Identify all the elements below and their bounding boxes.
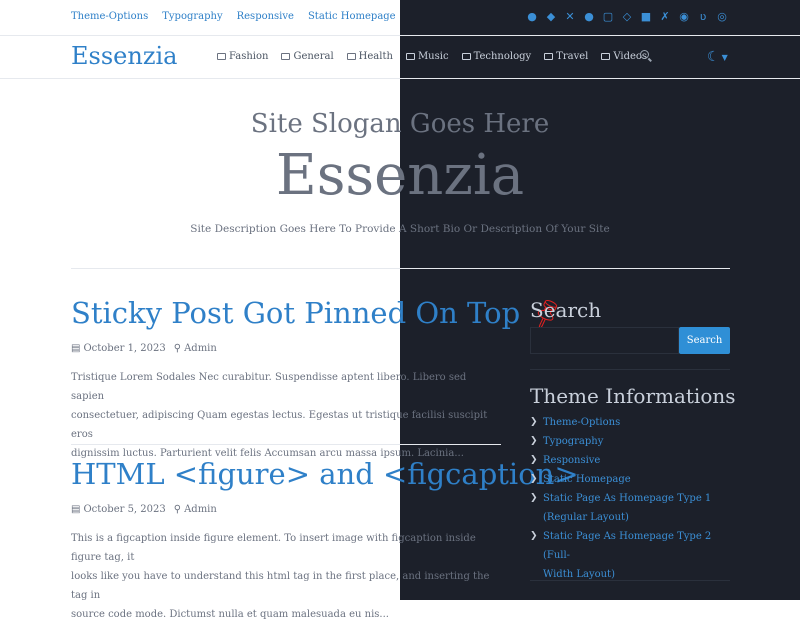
linkedin-icon[interactable]: ■ — [640, 10, 652, 23]
theme-info-heading: Theme Informations — [530, 384, 736, 408]
site-slogan: Site Slogan Goes Here — [250, 109, 550, 139]
list-item[interactable]: ❯ Static Page As Homepage Type 2 (Full- — [530, 527, 730, 565]
chevron-right-icon: ❯ — [530, 531, 538, 541]
list-item[interactable]: ❯ Responsive — [530, 451, 730, 470]
list-item-continued[interactable]: (Regular Layout) — [530, 508, 730, 527]
post-divider — [71, 444, 501, 445]
list-item[interactable]: ❯ Static Homepage — [530, 470, 730, 489]
post-excerpt: Tristique Lorem Sodales Nec curabitur. S… — [71, 372, 488, 459]
site-header: Essenzia Fashion General Health Music Te… — [0, 36, 800, 79]
codepen-icon[interactable]: ◇ — [621, 10, 633, 23]
chevron-right-icon: ❯ — [530, 474, 538, 484]
calendar-icon: ▤ — [71, 504, 81, 515]
post-author[interactable]: Admin — [184, 504, 217, 515]
site-logo[interactable]: Essenzia — [71, 42, 177, 70]
folder-icon — [281, 53, 291, 60]
folder-icon — [544, 53, 554, 60]
search-icon[interactable] — [640, 50, 649, 59]
calendar-icon: ▤ — [71, 343, 81, 354]
sidebar-divider — [530, 369, 730, 370]
main-nav: Fashion General Health Music Technology … — [217, 51, 647, 62]
mastodon-icon[interactable]: ◉ — [678, 10, 690, 23]
site-description: Site Description Goes Here To Provide A … — [190, 223, 610, 235]
theme-mode-toggle[interactable]: ☾ ▼ — [707, 49, 728, 65]
top-links: Theme-Options Typography Responsive Stat… — [71, 11, 396, 22]
folder-icon — [346, 53, 356, 60]
top-link-static-homepage[interactable]: Static Homepage — [308, 11, 396, 22]
chevron-right-icon: ❯ — [530, 455, 538, 465]
chevron-right-icon: ❯ — [530, 436, 538, 446]
post-meta: ▤ October 5, 2023 ⚲ Admin — [71, 504, 217, 515]
post-author[interactable]: Admin — [184, 343, 217, 354]
instagram-icon[interactable]: ▢ — [602, 10, 614, 23]
post-excerpt: This is a figcaption inside figure eleme… — [71, 533, 490, 620]
social-links: ● ◆ ✕ ● ▢ ◇ ■ ✗ ◉ ʋ ◎ — [526, 10, 728, 23]
search-button[interactable]: Search — [679, 327, 730, 354]
post-meta: ▤ October 1, 2023 ⚲ Admin — [71, 343, 217, 354]
nav-item-health[interactable]: Health — [346, 51, 393, 62]
nav-item-general[interactable]: General — [281, 51, 334, 62]
nav-item-travel[interactable]: Travel — [544, 51, 588, 62]
sidebar-divider — [530, 580, 730, 581]
list-item[interactable]: ❯ Static Page As Homepage Type 1 — [530, 489, 730, 508]
top-link-responsive[interactable]: Responsive — [237, 11, 294, 22]
post-date: October 1, 2023 — [83, 343, 166, 354]
nav-item-technology[interactable]: Technology — [461, 51, 531, 62]
user-icon: ⚲ — [173, 343, 182, 354]
chevron-right-icon: ❯ — [530, 493, 538, 503]
folder-icon — [461, 53, 471, 60]
list-item-continued[interactable]: Width Layout) — [530, 565, 730, 584]
github-icon[interactable]: ● — [526, 10, 538, 23]
post-title[interactable]: Sticky Post Got Pinned On Top 📌︎ — [71, 295, 567, 334]
user-icon: ⚲ — [173, 504, 182, 515]
top-bar: Theme-Options Typography Responsive Stat… — [0, 0, 800, 36]
hero-divider — [71, 268, 730, 269]
top-link-typography[interactable]: Typography — [162, 11, 222, 22]
search-input[interactable] — [530, 327, 679, 354]
nav-item-music[interactable]: Music — [405, 51, 449, 62]
post-title[interactable]: HTML <figure> and <figcaption> — [71, 457, 579, 491]
gitlab-icon[interactable]: ◆ — [545, 10, 557, 23]
moon-icon: ☾ — [707, 49, 720, 65]
list-item[interactable]: ❯ Theme-Options — [530, 413, 730, 432]
theme-info-list: ❯ Theme-Options ❯ Typography ❯ Responsive ❯… — [530, 413, 730, 584]
site-title[interactable]: Essenzia — [0, 143, 800, 208]
xing-icon[interactable]: ✗ — [659, 10, 671, 23]
nav-item-fashion[interactable]: Fashion — [217, 51, 268, 62]
search-widget-heading: Search — [530, 298, 602, 322]
facebook-icon[interactable]: ● — [583, 10, 595, 23]
chevron-right-icon: ❯ — [530, 417, 538, 427]
folder-icon — [601, 53, 611, 60]
caret-down-icon: ▼ — [721, 52, 728, 62]
folder-icon — [405, 53, 415, 60]
list-item[interactable]: ❯ Typography — [530, 432, 730, 451]
vk-icon[interactable]: ʋ — [697, 10, 709, 23]
folder-icon — [217, 53, 226, 60]
post-date: October 5, 2023 — [83, 504, 166, 515]
x-icon[interactable]: ✕ — [564, 10, 576, 23]
top-link-theme-options[interactable]: Theme-Options — [71, 11, 148, 22]
dribbble-icon[interactable]: ◎ — [716, 10, 728, 23]
